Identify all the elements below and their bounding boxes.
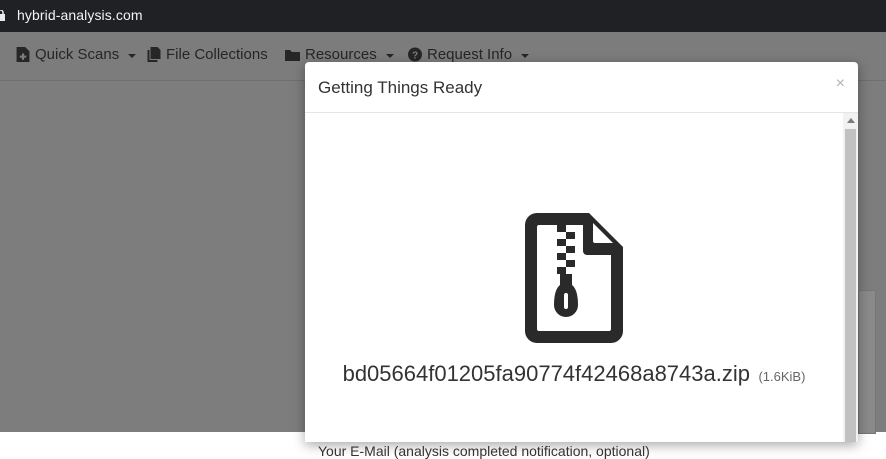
browser-address-bar: hybrid-analysis.com xyxy=(0,0,886,32)
question-circle-icon: ? xyxy=(408,47,422,62)
nav-label: File Collections xyxy=(166,46,268,63)
nav-item-quick-scans[interactable]: Quick Scans xyxy=(16,46,137,63)
scrollbar-thumb[interactable] xyxy=(845,129,856,442)
modal-body: bd05664f01205fa90774f42468a8743a.zip (1.… xyxy=(305,113,843,459)
nav-label: Resources xyxy=(305,46,377,63)
file-size: (1.6KiB) xyxy=(758,369,806,384)
scroll-up-icon[interactable] xyxy=(847,118,855,123)
nav-label: Request Info xyxy=(427,46,513,63)
nav-item-resources[interactable]: Resources xyxy=(285,46,394,63)
file-name: bd05664f01205fa90774f42468a8743a.zip xyxy=(342,361,750,386)
url-text[interactable]: hybrid-analysis.com xyxy=(17,7,143,23)
getting-ready-modal: Getting Things Ready × bd05664f01205fa90… xyxy=(305,62,858,459)
lock-icon xyxy=(0,10,5,21)
email-field-label: Your E-Mail (analysis completed notifica… xyxy=(318,443,650,459)
nav-item-request-info[interactable]: ? Request Info xyxy=(408,46,530,63)
nav-item-file-collections[interactable]: File Collections xyxy=(147,46,268,63)
files-icon xyxy=(147,47,161,62)
modal-title: Getting Things Ready xyxy=(318,78,483,97)
background-panel xyxy=(858,290,876,434)
page-backdrop: Quick Scans File Collections Resources ?… xyxy=(0,32,886,459)
file-plus-icon xyxy=(16,47,30,62)
modal-header: Getting Things Ready × xyxy=(305,62,858,113)
close-button[interactable]: × xyxy=(836,75,845,93)
caret-down-icon xyxy=(128,53,137,58)
caret-down-icon xyxy=(521,53,530,58)
caret-down-icon xyxy=(385,53,394,58)
nav-label: Quick Scans xyxy=(35,46,120,63)
svg-text:?: ? xyxy=(412,51,418,62)
file-zip-icon xyxy=(525,213,623,343)
modal-scrollbar[interactable] xyxy=(843,113,858,442)
folder-icon xyxy=(285,49,300,61)
file-name-line: bd05664f01205fa90774f42468a8743a.zip (1.… xyxy=(305,361,843,387)
